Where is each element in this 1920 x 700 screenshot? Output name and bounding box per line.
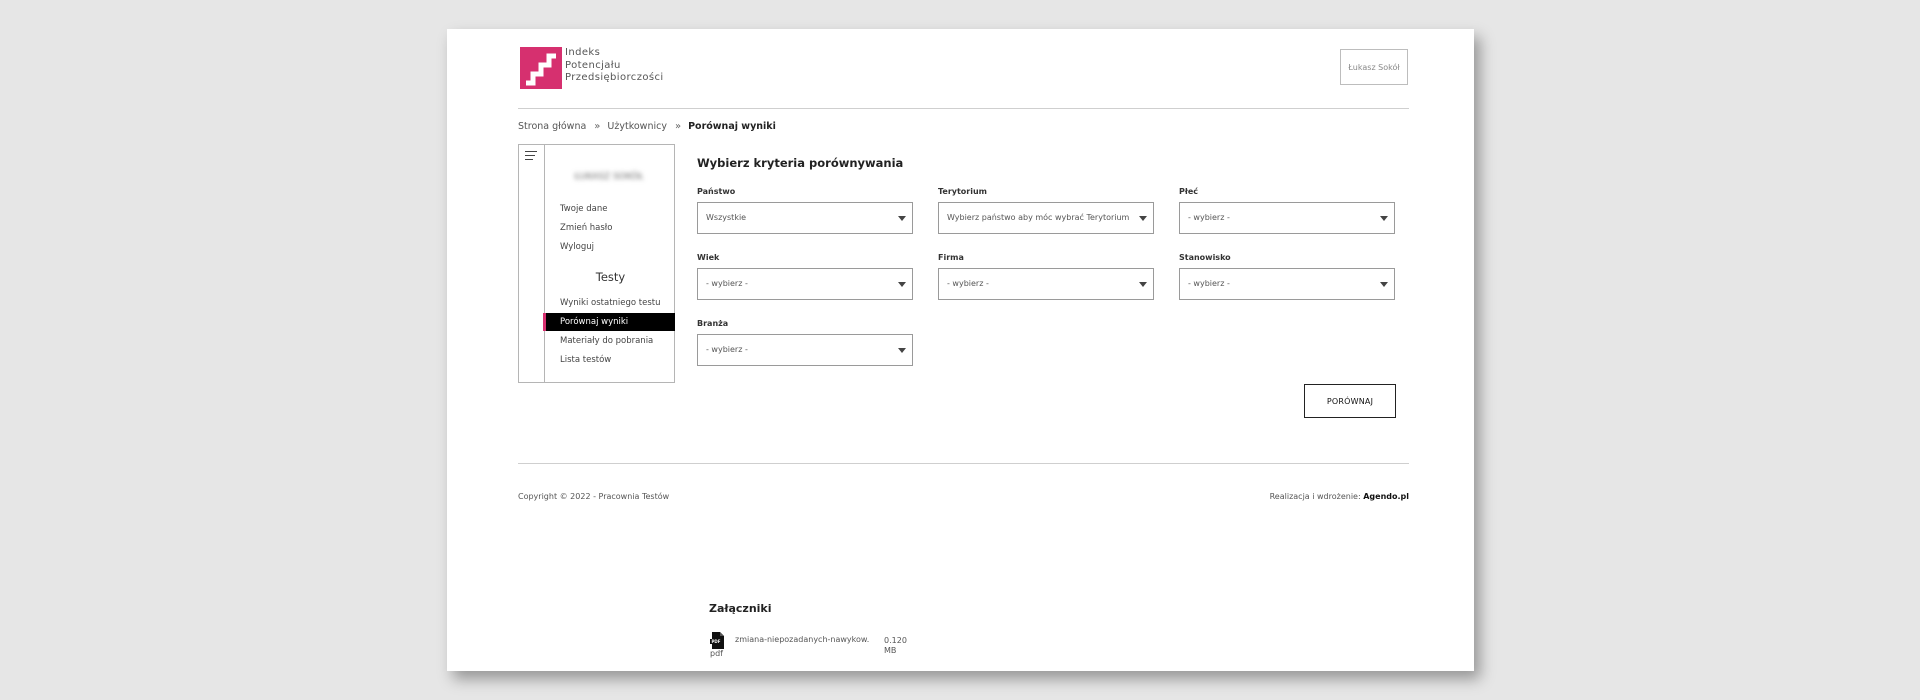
company-label: Firma [938,253,964,262]
footer-divider [518,463,1409,464]
position-select-value: - wybierz - [1188,279,1230,288]
age-select[interactable]: - wybierz - [697,268,913,300]
age-label: Wiek [697,253,720,262]
breadcrumb-home-link[interactable]: Strona główna [518,121,586,132]
logo[interactable]: Indeks Potencjału Przedsiębiorczości [520,47,664,89]
attachment-size-unit: MB [884,646,897,655]
sidebar: ŁUKASZ SOKÓŁ Twoje dane Zmień hasło Wylo… [518,144,675,383]
sidebar-item-logout[interactable]: Wyloguj [560,242,594,252]
logo-line-1: Indeks [565,47,601,58]
logo-line-3: Przedsiębiorczości [565,72,664,83]
industry-label: Branża [697,319,729,328]
logo-line-2: Potencjału [565,59,621,71]
company-select-value: - wybierz - [947,279,989,288]
form-title: Wybierz kryteria porównywania [697,156,904,170]
industry-select[interactable]: - wybierz - [697,334,913,366]
credits: Realizacja i wdrożenie: Agendo.pl [1270,492,1409,501]
sidebar-item-your-data[interactable]: Twoje dane [560,204,607,214]
gender-label: Płeć [1179,187,1198,196]
chevron-down-icon [898,348,906,353]
chevron-down-icon [898,282,906,287]
sidebar-item-change-password[interactable]: Zmień hasło [560,223,612,233]
attachments-title: Załączniki [709,602,772,615]
logo-text: Indeks Potencjału Przedsiębiorczości [565,47,664,85]
territory-select-value: Wybierz państwo aby móc wybrać Terytoriu… [947,213,1130,222]
attachment-link[interactable]: zmiana-niepozadanych-nawykow. [735,635,869,644]
breadcrumb-users-link[interactable]: Użytkownicy [607,121,667,132]
sidebar-item-downloads[interactable]: Materiały do pobrania [560,336,653,346]
chevron-down-icon [1139,216,1147,221]
sidebar-rail [519,145,545,382]
sidebar-tests-heading: Testy [595,270,626,284]
breadcrumb-separator-icon: » [674,121,681,132]
age-select-value: - wybierz - [706,279,748,288]
attachment-size-value: 0.120 [884,636,907,645]
logo-mark-icon [520,47,562,89]
sidebar-item-compare-results[interactable]: Porównaj wyniki [543,313,675,331]
compare-button[interactable]: PORÓWNAJ [1304,384,1396,418]
country-select[interactable]: Wszystkie [697,202,913,234]
page-container: Indeks Potencjału Przedsiębiorczości Łuk… [447,29,1474,671]
company-select[interactable]: - wybierz - [938,268,1154,300]
attachment-size: 0.120 MB [884,636,908,656]
attachment-extension: pdf [710,649,723,658]
breadcrumb: Strona główna » Użytkownicy » Porównaj w… [518,121,776,132]
sidebar-user-name: ŁUKASZ SOKÓŁ [574,172,644,182]
country-select-value: Wszystkie [706,213,747,222]
copyright-text: Copyright © 2022 - Pracownia Testów [518,492,670,501]
gender-select-value: - wybierz - [1188,213,1230,222]
user-account-button[interactable]: Łukasz Sokół [1340,49,1408,85]
position-select[interactable]: - wybierz - [1179,268,1395,300]
sidebar-item-last-test-results[interactable]: Wyniki ostatniego testu [560,298,661,308]
credits-prefix: Realizacja i wdrożenie: [1269,492,1364,501]
chevron-down-icon [1380,216,1388,221]
industry-select-value: - wybierz - [706,345,748,354]
chevron-down-icon [898,216,906,221]
menu-toggle-icon[interactable] [525,151,539,163]
svg-text:PDF: PDF [712,639,721,644]
territory-label: Terytorium [938,187,988,196]
chevron-down-icon [1139,282,1147,287]
breadcrumb-separator-icon: » [594,121,600,132]
agendo-link[interactable]: Agendo.pl [1363,492,1409,501]
sidebar-item-test-list[interactable]: Lista testów [560,355,611,365]
territory-select[interactable]: Wybierz państwo aby móc wybrać Terytoriu… [938,202,1154,234]
country-label: Państwo [697,187,736,196]
pdf-file-icon[interactable]: PDF [709,632,726,649]
gender-select[interactable]: - wybierz - [1179,202,1395,234]
header-divider [518,108,1409,109]
chevron-down-icon [1380,282,1388,287]
breadcrumb-current: Porównaj wyniki [688,121,776,132]
position-label: Stanowisko [1179,253,1231,262]
